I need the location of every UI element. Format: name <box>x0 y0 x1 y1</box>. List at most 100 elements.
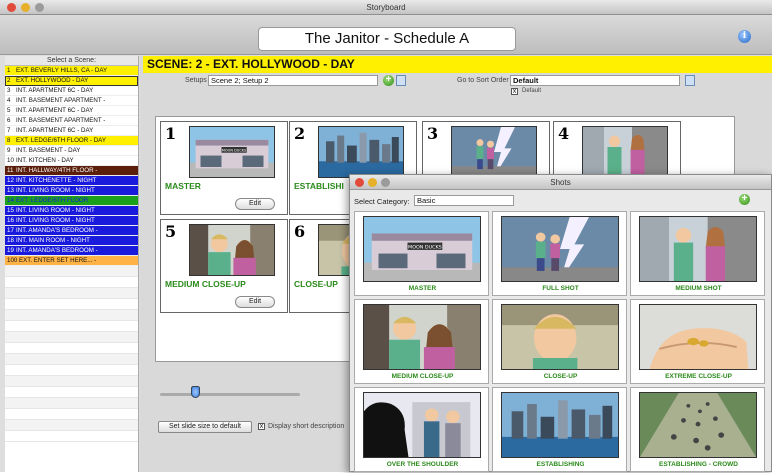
scene-row[interactable]: 1 EXT. BEVERLY HILLS, CA - DAY <box>5 66 138 76</box>
empty-scene-row <box>5 288 138 299</box>
shot-tile[interactable]: OVER THE SHOULDER <box>354 387 489 472</box>
shot-tile[interactable]: EXTREME CLOSE-UP <box>630 299 765 384</box>
shot-thumbnail[interactable] <box>501 216 619 282</box>
shot-caption: FULL SHOT <box>542 285 579 292</box>
shot-thumbnail[interactable] <box>363 304 481 370</box>
category-label: Select Category: <box>354 197 410 206</box>
minimize-icon[interactable] <box>368 178 377 187</box>
scene-number: 12 <box>7 177 14 184</box>
scene-row[interactable]: 15 INT. LIVING ROOM - NIGHT <box>5 206 138 216</box>
scene-row[interactable]: 14 EXT. LEDGE/6TH FLOOR <box>5 196 138 206</box>
empty-scene-row <box>5 332 138 343</box>
card-thumbnail[interactable] <box>318 126 404 178</box>
default-checkbox[interactable]: x <box>511 88 518 95</box>
scene-row[interactable]: 18 INT. MAIN ROOM - NIGHT <box>5 236 138 246</box>
category-field[interactable]: Basic <box>414 195 514 206</box>
empty-scene-row <box>5 365 138 376</box>
shot-tile[interactable]: MEDIUM SHOT <box>630 211 765 296</box>
shot-thumbnail[interactable] <box>363 392 481 458</box>
shot-tile[interactable]: ESTABLISHING - CROWD <box>630 387 765 472</box>
scene-row[interactable]: 6 INT. BASEMENT APARTMENT - <box>5 116 138 126</box>
sort-icon[interactable] <box>685 75 695 86</box>
card-thumbnail[interactable] <box>189 224 275 276</box>
card-caption: MEDIUM CLOSE-UP <box>165 279 246 289</box>
shot-caption: MEDIUM SHOT <box>675 285 722 292</box>
card-caption: MASTER <box>165 181 201 191</box>
scene-row[interactable]: 8 EXT. LEDGE/6TH FLOOR - DAY <box>5 136 138 146</box>
scene-row[interactable]: 12 INT. KITCHENETTE - NIGHT <box>5 176 138 186</box>
scene-number: 10 <box>7 157 14 164</box>
info-icon[interactable]: i <box>738 30 751 43</box>
scene-number: 8 <box>7 137 11 144</box>
display-description-checkbox[interactable]: x <box>258 423 265 430</box>
shot-tile[interactable]: FULL SHOT <box>492 211 627 296</box>
scene-row[interactable]: 4 INT. BASEMENT APARTMENT - <box>5 96 138 106</box>
scene-number: 9 <box>7 147 11 154</box>
add-setup-icon[interactable]: + <box>383 75 394 86</box>
scene-row[interactable]: 9 INT. BASEMENT - DAY <box>5 146 138 156</box>
scene-list: Select a Scene: 1 EXT. BEVERLY HILLS, CA … <box>5 56 139 472</box>
empty-scene-row <box>5 398 138 409</box>
slide-size-default-button[interactable]: Set slide size to default <box>158 421 252 433</box>
slide-size-slider[interactable] <box>160 393 300 396</box>
scene-row[interactable]: 5 INT. APARTMENT 6C - DAY <box>5 106 138 116</box>
card-number: 5 <box>165 222 177 241</box>
setup-list-icon[interactable] <box>396 75 406 86</box>
empty-scene-row <box>5 321 138 332</box>
scene-row[interactable]: 3 INT. APARTMENT 6C - DAY <box>5 86 138 96</box>
window-title: Storyboard <box>366 3 406 12</box>
scene-label: INT. BASEMENT APARTMENT - <box>16 117 106 124</box>
plus-icon[interactable]: + <box>739 194 750 205</box>
shot-thumbnail[interactable] <box>501 304 619 370</box>
card-thumbnail[interactable]: MOON DUCKS <box>189 126 275 178</box>
slider-knob[interactable] <box>191 386 200 398</box>
empty-scene-row <box>5 431 138 442</box>
scene-label: INT. LIVING ROOM - NIGHT <box>16 217 95 224</box>
scene-row[interactable]: 11 INT. HALLWAY/4TH FLOOR - <box>5 166 138 176</box>
empty-scene-row <box>5 266 138 277</box>
close-icon[interactable] <box>355 178 364 187</box>
scene-row[interactable]: 10 INT. KITCHEN - DAY <box>5 156 138 166</box>
scene-number: 19 <box>7 247 14 254</box>
shot-tile[interactable]: CLOSE-UP <box>492 299 627 384</box>
shot-tile[interactable]: MEDIUM CLOSE-UP <box>354 299 489 384</box>
scene-label: INT. APARTMENT 6C - DAY <box>16 87 94 94</box>
setups-field[interactable]: Scene 2; Setup 2 <box>208 75 378 86</box>
scene-number: 14 <box>7 197 14 204</box>
empty-scene-row <box>5 354 138 365</box>
shot-thumbnail[interactable] <box>639 304 757 370</box>
scene-row[interactable]: 100 EXT. ENTER SET HERE... - <box>5 256 138 266</box>
shot-thumbnail[interactable] <box>639 392 757 458</box>
scene-label: INT. KITCHENETTE - NIGHT <box>16 177 97 184</box>
edit-button[interactable]: Edit <box>235 296 275 308</box>
sort-order-field[interactable]: Default <box>510 75 680 86</box>
shot-caption: CLOSE-UP <box>543 373 578 380</box>
edit-button[interactable]: Edit <box>235 198 275 210</box>
storyboard-card[interactable]: 1 MOON DUCKS MASTER Edit <box>160 121 288 215</box>
scene-row[interactable]: 17 INT. AMANDA'S BEDROOM - <box>5 226 138 236</box>
close-icon[interactable] <box>7 3 16 12</box>
scene-number: 4 <box>7 97 11 104</box>
scene-list-header: Select a Scene: <box>5 56 138 66</box>
card-thumbnail[interactable] <box>582 126 668 178</box>
shot-thumbnail[interactable]: MOON DUCKS <box>363 216 481 282</box>
shot-thumbnail[interactable] <box>501 392 619 458</box>
zoom-icon[interactable] <box>35 3 44 12</box>
storyboard-card[interactable]: 5 MEDIUM CLOSE-UP Edit <box>160 219 288 313</box>
shot-thumbnail[interactable] <box>639 216 757 282</box>
empty-scene-row <box>5 343 138 354</box>
scene-row[interactable]: 7 INT. APARTMENT 6C - DAY <box>5 126 138 136</box>
svg-text:MOON DUCKS: MOON DUCKS <box>222 149 247 153</box>
shot-tile[interactable]: ESTABLISHING <box>492 387 627 472</box>
shot-tile[interactable]: MOON DUCKS MASTER <box>354 211 489 296</box>
scene-row[interactable]: 19 INT. AMANDA'S BEDROOM - <box>5 246 138 256</box>
scene-label: EXT. LEDGE/6TH FLOOR - DAY <box>16 137 106 144</box>
scene-number: 2 <box>7 77 11 84</box>
scene-row[interactable]: 2 EXT. HOLLYWOOD - DAY <box>5 76 138 86</box>
zoom-icon[interactable] <box>381 178 390 187</box>
scene-row[interactable]: 16 INT. LIVING ROOM - NIGHT <box>5 216 138 226</box>
scene-row[interactable]: 13 INT. LIVING ROOM - NIGHT <box>5 186 138 196</box>
shot-caption: ESTABLISHING - CROWD <box>659 461 738 468</box>
minimize-icon[interactable] <box>21 3 30 12</box>
card-thumbnail[interactable] <box>451 126 537 178</box>
